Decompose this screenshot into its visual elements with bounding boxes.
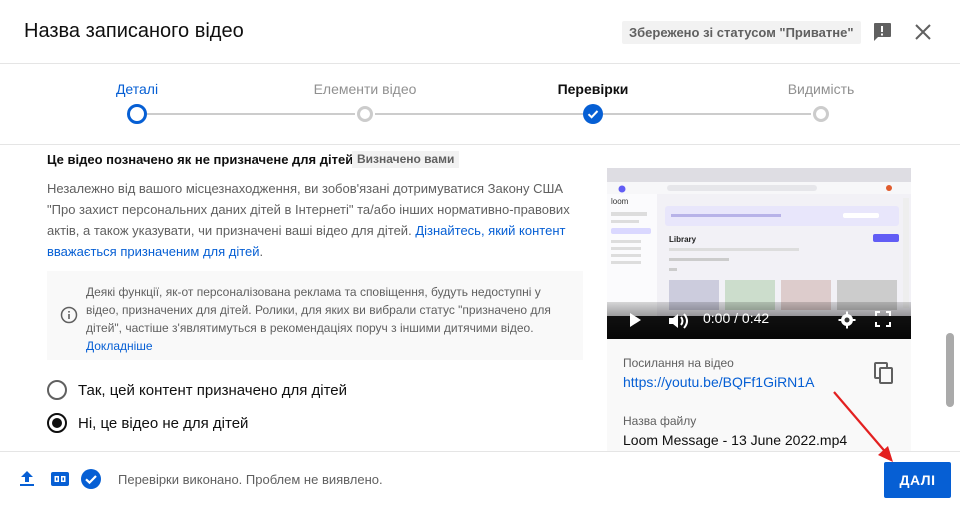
dialog-content: Це відео позначено як не призначене для … xyxy=(0,145,960,451)
stepper-line-2 xyxy=(375,113,583,115)
file-name-value: Loom Message - 13 June 2022.mp4 xyxy=(623,432,848,448)
step-elements-label[interactable]: Елементи відео xyxy=(314,81,417,97)
radio-button-no[interactable] xyxy=(47,413,67,433)
copy-icon[interactable] xyxy=(873,361,895,385)
video-frame: loom Library xyxy=(607,168,911,316)
hd-icon xyxy=(50,469,70,489)
radio-option-not-for-kids[interactable]: Ні, це відео не для дітей xyxy=(47,411,248,435)
dialog-header: Назва записаного відео Збережено зі стат… xyxy=(0,0,960,64)
file-name-label: Назва файлу xyxy=(623,414,697,428)
scrollbar-thumb[interactable] xyxy=(946,333,954,407)
info-body: Деякі функції, як-от персоналізована рек… xyxy=(86,285,551,335)
radio-button-yes[interactable] xyxy=(47,380,67,400)
radio-option-for-kids[interactable]: Так, цей контент призначено для дітей xyxy=(47,378,347,402)
radio-label-no: Ні, це відео не для дітей xyxy=(78,414,249,432)
step-details-dot[interactable] xyxy=(127,104,147,124)
settings-gear-icon[interactable] xyxy=(838,311,856,334)
info-icon xyxy=(60,306,78,324)
progress-stepper: Деталі Елементи відео Перевірки Видиміст… xyxy=(0,64,960,145)
info-box: Деякі функції, як-от персоналізована рек… xyxy=(47,271,583,360)
video-link-label: Посилання на відео xyxy=(623,356,734,370)
step-visibility-dot[interactable] xyxy=(813,106,829,122)
feedback-icon[interactable] xyxy=(870,20,894,44)
stepper-line-3 xyxy=(603,113,811,115)
fullscreen-icon[interactable] xyxy=(875,311,891,332)
step-checks-label[interactable]: Перевірки xyxy=(558,81,629,97)
info-text: Деякі функції, як-от персоналізована рек… xyxy=(86,283,566,355)
dialog-title: Назва записаного відео xyxy=(24,20,244,42)
upload-icon xyxy=(17,469,37,489)
step-checks-dot[interactable] xyxy=(583,104,603,124)
step-visibility-label[interactable]: Видимість xyxy=(788,81,855,97)
step-elements-dot[interactable] xyxy=(357,106,373,122)
dialog-footer: Перевірки виконано. Проблем не виявлено.… xyxy=(0,451,960,505)
video-preview-panel: loom Library 0:00 / 0:42 Посилання на ві… xyxy=(607,168,911,451)
set-by-you-badge: Визначено вами xyxy=(352,151,460,168)
step-details-label[interactable]: Деталі xyxy=(116,81,158,97)
checks-complete-icon xyxy=(80,468,102,490)
svg-text:Library: Library xyxy=(669,235,697,244)
close-icon[interactable] xyxy=(911,20,935,44)
checks-status-text: Перевірки виконано. Проблем не виявлено. xyxy=(118,472,383,487)
made-for-kids-heading: Це відео позначено як не призначене для … xyxy=(47,152,354,167)
next-button[interactable]: ДАЛІ xyxy=(884,462,951,498)
radio-label-yes: Так, цей контент призначено для дітей xyxy=(78,381,348,399)
upload-dialog: Назва записаного відео Збережено зі стат… xyxy=(0,0,960,505)
video-player[interactable]: loom Library 0:00 / 0:42 xyxy=(607,168,911,339)
saved-status-badge: Збережено зі статусом "Приватне" xyxy=(622,21,861,44)
made-for-kids-description: Незалежно від вашого місцезнаходження, в… xyxy=(47,181,570,259)
play-icon[interactable] xyxy=(627,311,643,334)
video-link[interactable]: https://youtu.be/BQFf1GiRN1A xyxy=(623,374,814,390)
volume-icon[interactable] xyxy=(667,311,689,336)
video-controls: 0:00 / 0:42 xyxy=(607,302,911,339)
svg-text:loom: loom xyxy=(611,197,629,206)
video-time: 0:00 / 0:42 xyxy=(703,310,770,326)
details-link[interactable]: Докладніше xyxy=(86,339,153,353)
check-icon xyxy=(587,110,599,119)
stepper-line-1 xyxy=(147,113,355,115)
